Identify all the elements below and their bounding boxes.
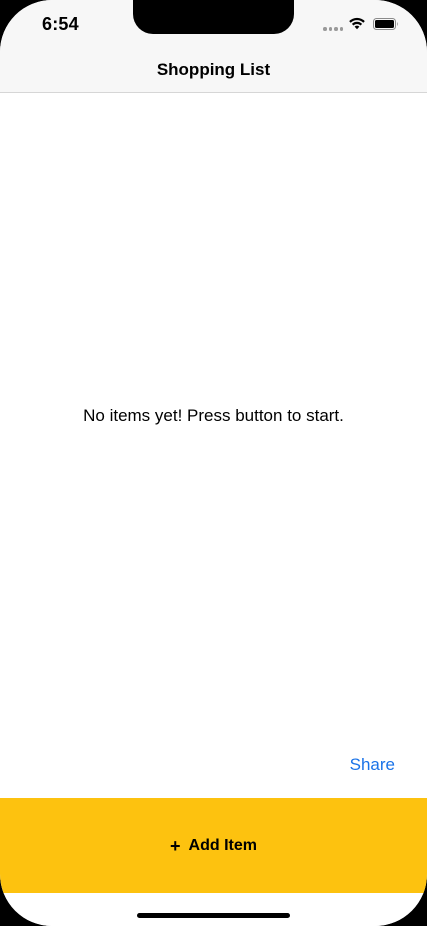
home-indicator[interactable] [137, 913, 290, 918]
navigation-bar: Shopping List [0, 48, 427, 93]
phone-screen: 6:54 Shopping List No items yet! Press b… [0, 0, 427, 926]
status-bar: 6:54 [0, 0, 427, 48]
bottom-safe-area [0, 893, 427, 926]
add-item-button[interactable]: + Add Item [0, 798, 427, 893]
empty-state-message: No items yet! Press button to start. [83, 406, 344, 425]
status-time: 6:54 [42, 14, 79, 34]
cellular-signal-icon [323, 27, 343, 31]
add-item-label: Add Item [188, 836, 257, 854]
wifi-icon [349, 17, 365, 30]
shopping-list-content: No items yet! Press button to start. Sha… [0, 93, 427, 798]
share-button[interactable]: Share [350, 755, 395, 775]
battery-icon [373, 18, 398, 30]
device-notch [133, 0, 294, 34]
page-title: Shopping List [156, 60, 271, 79]
plus-icon: + [170, 835, 181, 856]
